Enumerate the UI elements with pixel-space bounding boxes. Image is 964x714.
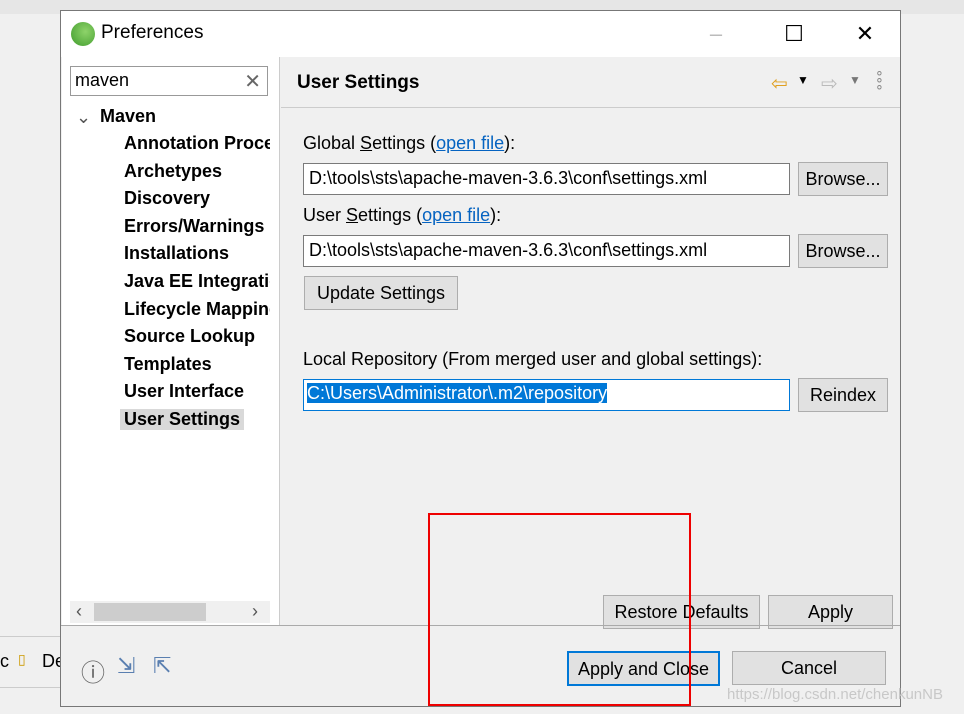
tree-node-source-lookup[interactable]: Source Lookup [124,326,270,347]
tree-node-archetypes[interactable]: Archetypes [124,161,270,182]
tree-node-errors-warnings[interactable]: Errors/Warnings [124,216,270,237]
forward-dropdown-icon[interactable]: ▼ [849,73,861,87]
background-toolbar: c ▯ De [0,636,65,688]
spring-logo-icon [71,22,95,46]
import-icon[interactable]: ⇲ [117,653,135,679]
filter-input[interactable]: maven ✕ [70,66,268,96]
page-title: User Settings [297,72,420,93]
minimize-button[interactable]: – [701,21,731,47]
highlight-annotation-box [428,513,691,706]
global-settings-input[interactable]: D:\tools\sts\apache-maven-3.6.3\conf\set… [303,163,790,195]
preference-tree: maven✕ ⌄ Maven Annotation Processing Arch… [62,57,280,625]
header-divider [281,107,900,108]
horizontal-scrollbar[interactable]: ‹ › [70,601,270,623]
back-arrow-icon[interactable]: ⇦ [771,71,788,96]
user-open-file-link[interactable]: open file [422,205,490,225]
clear-icon[interactable]: ✕ [244,69,261,94]
user-settings-label: User Settings (open file): [303,205,502,225]
tree-node-discovery[interactable]: Discovery [124,188,270,209]
view-menu-icon[interactable]: ∘ ∘ ∘ [875,65,884,93]
apply-button[interactable]: Apply [768,595,893,629]
global-browse-button[interactable]: Browse... [798,162,888,196]
cancel-button[interactable]: Cancel [732,651,886,685]
tree-node-user-interface[interactable]: User Interface [124,381,270,402]
user-settings-input[interactable]: D:\tools\sts\apache-maven-3.6.3\conf\set… [303,235,790,267]
export-icon[interactable]: ⇱ [153,653,171,679]
help-icon[interactable]: ⓘ [81,653,105,688]
scrollbar-thumb[interactable] [94,603,206,621]
tree-node-java-ee-integration[interactable]: Java EE Integration [124,271,270,292]
watermark: https://blog.csdn.net/chenkunNB [727,686,943,703]
back-dropdown-icon[interactable]: ▼ [797,73,809,87]
tree-node-user-settings[interactable]: User Settings [120,409,245,430]
reindex-button[interactable]: Reindex [798,378,888,412]
close-button[interactable]: ✕ [850,21,880,47]
chevron-down-icon[interactable]: ⌄ [76,107,91,128]
tree-node-annotation-processing[interactable]: Annotation Processing [124,133,270,154]
tree-node-lifecycle-mappings[interactable]: Lifecycle Mappings [124,299,270,320]
update-settings-button[interactable]: Update Settings [304,276,458,310]
global-settings-label: Global Settings (open file): [303,133,516,153]
forward-arrow-icon[interactable]: ⇨ [821,71,838,96]
tree-node-maven[interactable]: Maven [100,106,156,127]
tree-node-templates[interactable]: Templates [124,354,270,375]
tree-node-installations[interactable]: Installations [124,243,270,264]
local-repository-label: Local Repository (From merged user and g… [303,349,763,369]
file-icon: ▯ [18,651,26,667]
global-open-file-link[interactable]: open file [436,133,504,153]
user-browse-button[interactable]: Browse... [798,234,888,268]
scroll-left-icon[interactable]: ‹ [76,601,82,622]
title-bar: Preferences – ☐ ✕ [61,11,900,57]
maximize-button[interactable]: ☐ [779,21,809,47]
window-title: Preferences [101,22,204,43]
background-text: c [0,651,9,671]
scroll-right-icon[interactable]: › [252,601,258,622]
local-repository-input[interactable]: C:\Users\Administrator\.m2\repository [303,379,790,411]
